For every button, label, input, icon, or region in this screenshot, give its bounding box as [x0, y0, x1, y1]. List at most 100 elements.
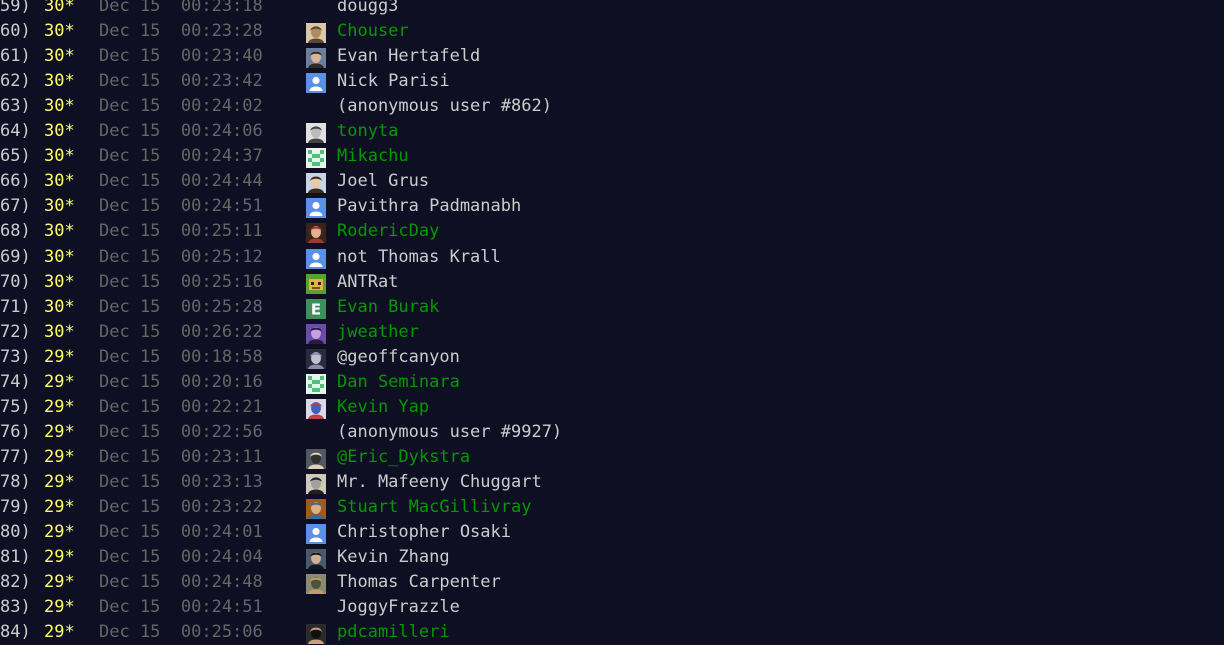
user-name: Thomas Carpenter	[337, 572, 501, 593]
rank-number: 67)	[0, 196, 31, 217]
user-name: Joel Grus	[337, 171, 430, 192]
score-stars: 29*	[44, 597, 75, 618]
user-avatar	[306, 273, 326, 294]
rank-number: 66)	[0, 171, 31, 192]
score-stars: 30*	[44, 321, 75, 342]
user-profile-link[interactable]: Evan Burak	[337, 295, 439, 320]
completion-timestamp: Dec 15 00:23:11	[99, 446, 263, 467]
completion-timestamp: Dec 15 00:25:11	[99, 221, 263, 242]
user-avatar	[306, 323, 326, 344]
user-avatar	[306, 473, 326, 494]
rank-number: 77)	[0, 446, 31, 467]
user-avatar	[306, 173, 326, 194]
score-stars: 30*	[44, 96, 75, 117]
completion-timestamp: Dec 15 00:24:51	[99, 597, 263, 618]
user-profile-link[interactable]: tonyta	[337, 119, 398, 144]
score-stars: 29*	[44, 622, 75, 643]
completion-timestamp: Dec 15 00:24:44	[99, 171, 263, 192]
rank-number: 70)	[0, 271, 31, 292]
user-avatar	[306, 348, 326, 369]
svg-text:E: E	[311, 300, 321, 318]
completion-timestamp: Dec 15 00:22:21	[99, 396, 263, 417]
score-stars: 30*	[44, 196, 75, 217]
user-profile-link[interactable]: @Eric_Dykstra	[337, 445, 470, 470]
default-user-icon	[306, 524, 326, 545]
completion-timestamp: Dec 15 00:23:18	[99, 0, 263, 16]
user-avatar	[306, 23, 326, 44]
rank-number: 72)	[0, 321, 31, 342]
rank-number: 65)	[0, 146, 31, 167]
completion-timestamp: Dec 15 00:24:51	[99, 196, 263, 217]
score-stars: 30*	[44, 246, 75, 267]
user-name: not Thomas Krall	[337, 246, 501, 267]
default-user-icon	[306, 198, 326, 219]
rank-number: 61)	[0, 46, 31, 67]
score-stars: 29*	[44, 396, 75, 417]
completion-timestamp: Dec 15 00:24:04	[99, 547, 263, 568]
score-stars: 29*	[44, 497, 75, 517]
completion-timestamp: Dec 15 00:24:06	[99, 121, 263, 142]
user-name: (anonymous user #862)	[337, 96, 552, 117]
user-avatar	[306, 373, 326, 394]
score-stars: 29*	[44, 421, 75, 442]
completion-timestamp: Dec 15 00:23:22	[99, 497, 263, 517]
rank-number: 74)	[0, 371, 31, 392]
user-profile-link[interactable]: Kevin Yap	[337, 395, 429, 420]
user-name: Evan Hertafeld	[337, 46, 481, 67]
score-stars: 30*	[44, 121, 75, 142]
rank-number: 63)	[0, 96, 31, 117]
score-stars: 29*	[44, 471, 75, 492]
rank-number: 78)	[0, 471, 31, 492]
rank-number: 79)	[0, 497, 31, 517]
user-avatar	[306, 398, 326, 419]
rank-number: 75)	[0, 396, 31, 417]
completion-timestamp: Dec 15 00:23:40	[99, 46, 263, 67]
default-user-icon	[306, 248, 326, 269]
default-user-icon	[306, 73, 326, 94]
user-profile-link[interactable]: jweather	[337, 320, 419, 345]
user-avatar: E	[306, 298, 326, 319]
user-name: JoggyFrazzle	[337, 597, 460, 618]
score-stars: 30*	[44, 271, 75, 292]
score-stars: 29*	[44, 346, 75, 367]
score-stars: 29*	[44, 371, 75, 392]
user-avatar	[306, 574, 326, 595]
score-stars: 29*	[44, 522, 75, 543]
completion-timestamp: Dec 15 00:20:16	[99, 371, 263, 392]
user-profile-link[interactable]: RodericDay	[337, 219, 439, 244]
completion-timestamp: Dec 15 00:24:02	[99, 96, 263, 117]
user-profile-link[interactable]: Mikachu	[337, 144, 409, 169]
rank-number: 82)	[0, 572, 31, 593]
user-profile-link[interactable]: pdcamilleri	[337, 620, 450, 645]
user-name: Kevin Zhang	[337, 547, 450, 568]
completion-timestamp: Dec 15 00:26:22	[99, 321, 263, 342]
rank-number: 68)	[0, 221, 31, 242]
completion-timestamp: Dec 15 00:23:28	[99, 21, 263, 42]
score-stars: 29*	[44, 572, 75, 593]
user-profile-link[interactable]: Dan Seminara	[337, 370, 460, 395]
score-stars: 29*	[44, 547, 75, 568]
rank-number: 62)	[0, 71, 31, 92]
completion-timestamp: Dec 15 00:22:56	[99, 421, 263, 442]
user-name: Mr. Mafeeny Chuggart	[337, 471, 542, 492]
completion-timestamp: Dec 15 00:25:06	[99, 622, 263, 643]
user-name: (anonymous user #9927)	[337, 421, 563, 442]
rank-number: 80)	[0, 522, 31, 543]
completion-timestamp: Dec 15 00:25:28	[99, 296, 263, 317]
user-name: Christopher Osaki	[337, 522, 511, 543]
user-avatar	[306, 499, 326, 519]
user-name: Pavithra Padmanabh	[337, 196, 522, 217]
user-profile-link[interactable]: Chouser	[337, 19, 409, 44]
rank-number: 81)	[0, 547, 31, 568]
rank-number: 64)	[0, 121, 31, 142]
user-name: dougg3	[337, 0, 399, 16]
user-avatar	[306, 48, 326, 69]
score-stars: 30*	[44, 221, 75, 242]
completion-timestamp: Dec 15 00:24:37	[99, 146, 263, 167]
user-profile-link[interactable]: Stuart MacGillivray	[337, 495, 531, 520]
rank-number: 71)	[0, 296, 31, 317]
user-avatar	[306, 123, 326, 144]
leaderboard-list: 59) 30* Dec 15 00:23:18 dougg3 60) 30* Dec 15 …	[0, 0, 1224, 645]
score-stars: 30*	[44, 71, 75, 92]
completion-timestamp: Dec 15 00:24:01	[99, 522, 263, 543]
